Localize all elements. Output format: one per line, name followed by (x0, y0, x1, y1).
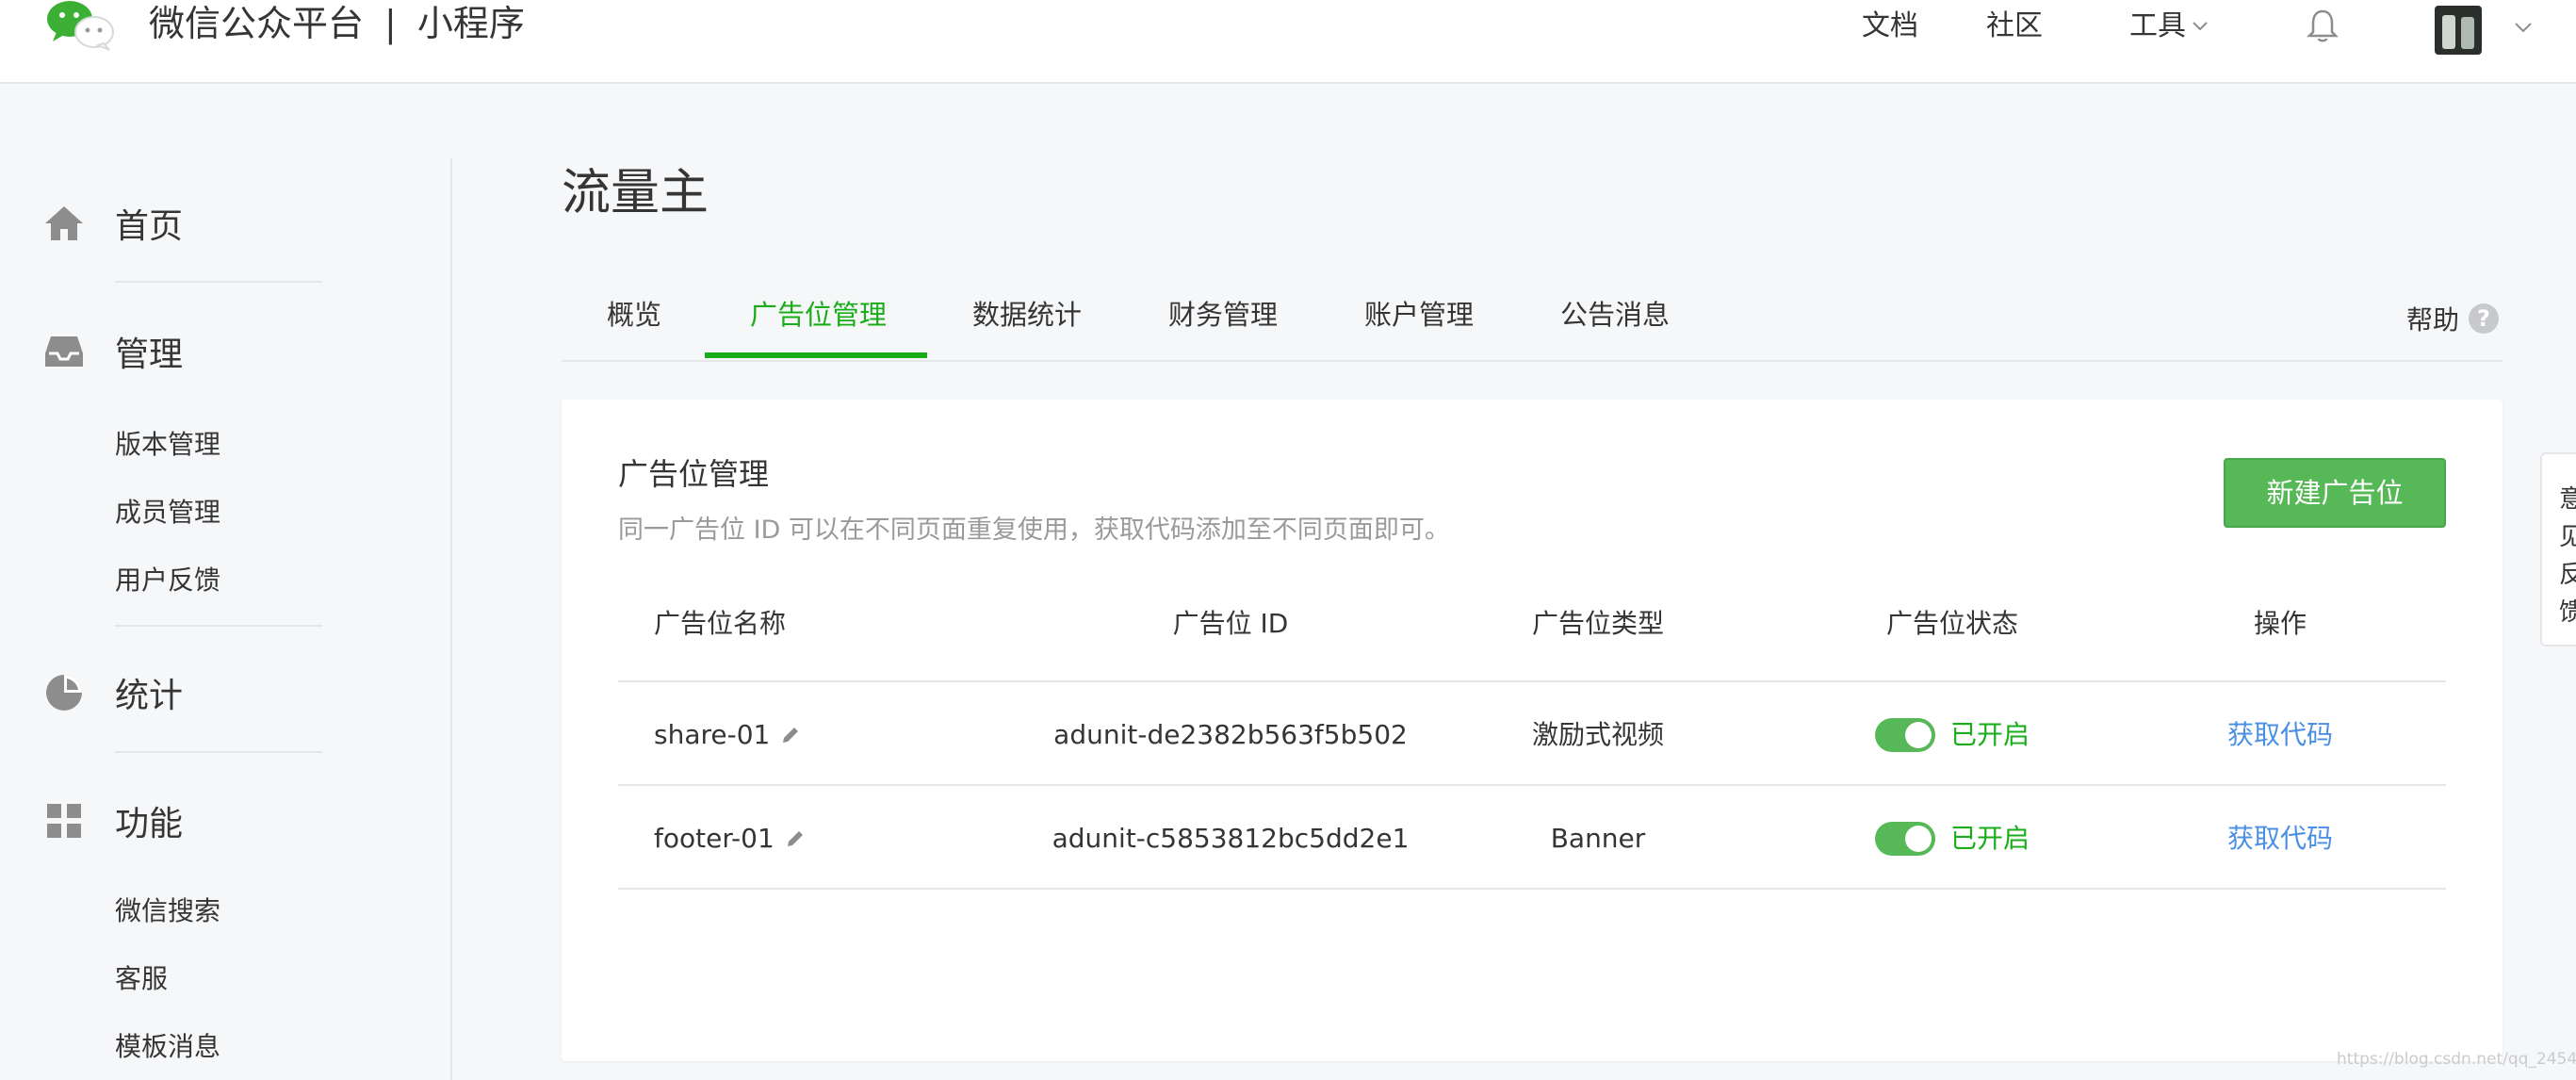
nav-docs-link[interactable]: 文档 (1862, 8, 1918, 45)
brand-separator: | (384, 3, 397, 44)
table-divider (618, 888, 2446, 890)
status-label: 已开启 (1950, 823, 2030, 854)
status-toggle[interactable] (1875, 822, 1935, 856)
ad-unit-card: 广告位管理 同一广告位 ID 可以在不同页面重复使用，获取代码添加至不同页面即可… (562, 400, 2503, 1061)
platform-title[interactable]: 微信公众平台 | 小程序 (149, 2, 525, 45)
sidebar-item-home[interactable]: 首页 (43, 199, 183, 248)
card-description: 同一广告位 ID 可以在不同页面重复使用，获取代码添加至不同页面即可。 (618, 515, 1450, 545)
sidebar-item-template-message[interactable]: 模板消息 (115, 1026, 220, 1064)
product-name: 小程序 (416, 3, 525, 44)
wechat-logo-icon[interactable] (45, 0, 115, 51)
sidebar-section-label: 管理 (115, 335, 184, 374)
tab-finance[interactable]: 财务管理 (1168, 296, 1278, 334)
help-link[interactable]: 帮助 ? (2406, 300, 2499, 337)
home-icon (45, 206, 83, 240)
edit-pencil-icon[interactable] (779, 724, 802, 746)
brand-name: 微信公众平台 (149, 3, 365, 44)
tab-account[interactable]: 账户管理 (1364, 296, 1474, 334)
watermark: https://blog.csdn.net/qq_24549805 (2337, 1050, 2576, 1069)
ad-unit-status-cell: 已开启 (1875, 716, 2030, 754)
sidebar-divider (115, 751, 322, 753)
pie-chart-icon (46, 675, 82, 711)
top-header: 微信公众平台 | 小程序 文档 社区 工具 (0, 0, 2576, 84)
nav-tools-menu[interactable]: 工具 (2129, 8, 2209, 45)
tab-data-statistics[interactable]: 数据统计 (972, 296, 1082, 334)
feedback-float-tab[interactable]: 意见反馈 (2540, 452, 2576, 646)
column-header-status: 广告位状态 (1885, 608, 2019, 639)
new-ad-unit-button[interactable]: 新建广告位 (2224, 458, 2446, 528)
status-label: 已开启 (1950, 719, 2030, 750)
grid-icon (47, 804, 81, 838)
help-label: 帮助 (2405, 304, 2459, 335)
sidebar-item-feedback[interactable]: 用户反馈 (115, 560, 220, 597)
get-code-link[interactable]: 获取代码 (2227, 716, 2333, 754)
tab-ad-unit-management[interactable]: 广告位管理 (750, 296, 887, 334)
table-divider (618, 784, 2446, 786)
column-header-type: 广告位类型 (1531, 608, 1665, 639)
ad-unit-id: adunit-c5853812bc5dd2e1 (1052, 823, 1410, 854)
ad-unit-name: share-01 (654, 719, 771, 750)
active-tab-indicator (705, 352, 927, 358)
chevron-down-icon (2193, 22, 2208, 31)
sidebar-divider (115, 281, 322, 283)
tab-overview[interactable]: 概览 (607, 296, 661, 334)
sidebar-border (450, 158, 452, 1080)
sidebar-item-label: 首页 (115, 207, 184, 246)
sidebar-item-members[interactable]: 成员管理 (115, 492, 220, 530)
bell-icon[interactable] (2307, 8, 2339, 43)
account-chevron-down-icon[interactable] (2514, 21, 2533, 34)
get-code-link[interactable]: 获取代码 (2227, 820, 2333, 858)
sidebar-item-version[interactable]: 版本管理 (115, 424, 220, 462)
ad-unit-status-cell: 已开启 (1875, 820, 2030, 858)
column-header-name: 广告位名称 (654, 608, 787, 639)
nav-tools-label: 工具 (2129, 9, 2186, 42)
ad-unit-type: 激励式视频 (1531, 719, 1665, 750)
sidebar-divider (115, 625, 322, 627)
sidebar-item-stats[interactable]: 统计 (43, 668, 183, 717)
sidebar-section-label: 功能 (115, 805, 184, 843)
ad-unit-type: Banner (1550, 823, 1646, 854)
sidebar-section-manage[interactable]: 管理 (43, 327, 183, 376)
ad-unit-name-cell: footer-01 (654, 820, 807, 858)
ad-unit-name-cell: share-01 (654, 716, 802, 754)
column-header-action: 操作 (2253, 608, 2307, 639)
ad-unit-name: footer-01 (654, 823, 774, 854)
edit-pencil-icon[interactable] (784, 827, 807, 850)
card-title: 广告位管理 (618, 456, 770, 492)
tab-bar: 概览 广告位管理 数据统计 财务管理 账户管理 公告消息 帮助 ? (562, 283, 2503, 362)
sidebar-item-customer-service[interactable]: 客服 (115, 958, 168, 996)
sidebar-item-wechat-search[interactable]: 微信搜索 (115, 891, 220, 928)
column-header-id: 广告位 ID (1172, 608, 1289, 639)
tab-announcements[interactable]: 公告消息 (1560, 296, 1670, 334)
sidebar: 首页 管理 版本管理 成员管理 用户反馈 统计 功能 微信搜索 客服 模板消息 (0, 84, 452, 1080)
page-title: 流量主 (562, 165, 709, 221)
nav-community-link[interactable]: 社区 (1986, 8, 2043, 45)
ad-unit-id: adunit-de2382b563f5b502 (1053, 719, 1408, 750)
question-mark-icon: ? (2469, 303, 2499, 334)
inbox-icon (45, 336, 83, 367)
sidebar-section-features[interactable]: 功能 (43, 796, 183, 845)
table-divider (618, 680, 2446, 682)
avatar[interactable] (2435, 6, 2482, 55)
status-toggle[interactable] (1875, 718, 1935, 752)
sidebar-item-label: 统计 (115, 677, 184, 715)
